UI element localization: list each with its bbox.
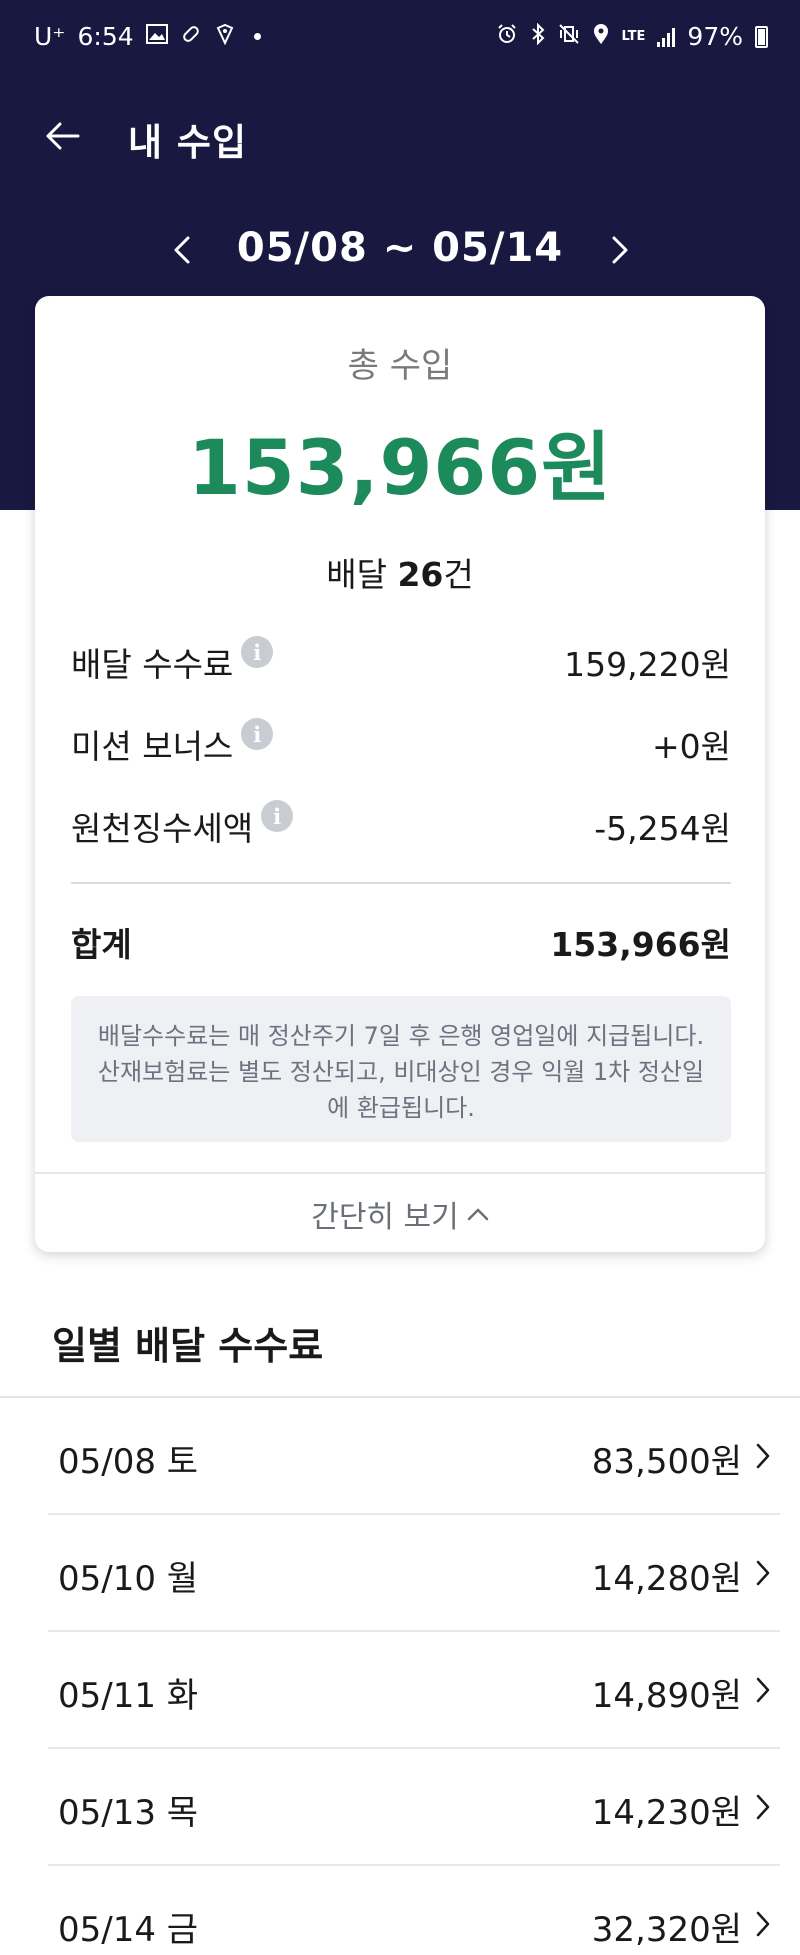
clock: 6:54 (77, 22, 134, 51)
next-period-button[interactable] (598, 225, 642, 275)
daily-fee-list: 05/08 토 83,500원 05/10 월 14,280원 05/11 화 … (0, 1398, 800, 1955)
delivery-count-prefix: 배달 (326, 555, 398, 594)
network-type-label: LTE (621, 28, 646, 44)
card-footer-divider (35, 1172, 765, 1174)
income-summary-card: 총 수입 153,966원 배달 26건 배달 수수료 i 159,220원 미… (35, 296, 765, 1252)
location-icon (592, 23, 610, 50)
summary-divider (71, 882, 731, 884)
battery-percent: 97% (687, 22, 743, 51)
daily-fee-row[interactable]: 05/08 토 83,500원 (0, 1398, 800, 1515)
sum-row: 합계 153,966원 (71, 912, 731, 964)
vibrate-mute-icon (558, 23, 580, 50)
sum-value: 153,966원 (550, 925, 731, 964)
page-title: 내 수입 (128, 121, 248, 164)
chevron-right-icon (748, 1670, 778, 1710)
bluetooth-icon (530, 22, 546, 50)
delivery-count-number: 26 (397, 555, 444, 594)
signal-strength-icon (657, 27, 676, 47)
daily-fee-row[interactable]: 05/13 목 14,230원 (0, 1749, 800, 1866)
period-label: 05/08 ~ 05/14 (236, 225, 564, 271)
info-icon[interactable]: i (241, 636, 274, 668)
daily-fee-date: 05/13 목 (58, 1793, 199, 1833)
sum-label: 합계 (71, 925, 132, 964)
info-icon[interactable]: i (261, 800, 294, 832)
daily-fee-amount: 14,890원 (591, 1676, 742, 1716)
carrier-label: U⁺ (34, 22, 66, 51)
withholding-tax-row: 원천징수세액 i -5,254원 (71, 796, 731, 848)
back-arrow-icon (46, 122, 80, 150)
mission-bonus-value: +0원 (651, 727, 731, 766)
notification-dot-icon (253, 33, 261, 40)
delivery-count-suffix: 건 (443, 555, 474, 594)
daily-fee-amount: 14,230원 (591, 1793, 742, 1833)
app-header: 내 수입 (0, 90, 800, 180)
battery-icon (755, 25, 768, 48)
daily-fee-date: 05/14 금 (58, 1910, 199, 1950)
chevron-right-icon (748, 1553, 778, 1593)
chevron-up-icon (467, 1208, 489, 1221)
delivery-count: 배달 26건 (35, 548, 765, 596)
withholding-tax-label: 원천징수세액 (71, 809, 254, 848)
chevron-right-icon (748, 1787, 778, 1827)
daily-fee-date: 05/10 월 (58, 1559, 199, 1599)
chevron-right-icon (612, 236, 628, 264)
daily-fee-amount: 14,280원 (591, 1559, 742, 1599)
withholding-tax-value: -5,254원 (594, 809, 731, 848)
delivery-fee-label: 배달 수수료 (71, 645, 234, 684)
total-income-amount: 153,966원 (187, 423, 613, 512)
daily-fee-date: 05/08 토 (58, 1442, 199, 1482)
delivery-fee-value: 159,220원 (564, 645, 731, 684)
pill-icon (180, 23, 202, 50)
status-bar: U⁺ 6:54 LTE 97% (0, 0, 800, 78)
daily-fee-amount: 32,320원 (591, 1910, 742, 1950)
navigation-app-icon (214, 23, 236, 50)
chevron-right-icon (748, 1436, 778, 1476)
status-left: U⁺ 6:54 (34, 22, 261, 51)
daily-fee-row[interactable]: 05/14 금 32,320원 (0, 1866, 800, 1955)
daily-fee-amount: 83,500원 (591, 1442, 742, 1482)
status-right: LTE 97% (496, 22, 768, 51)
mission-bonus-label: 미션 보너스 (71, 727, 234, 766)
daily-fee-section-title: 일별 배달 수수료 (52, 1324, 324, 1368)
mission-bonus-row: 미션 보너스 i +0원 (71, 714, 731, 766)
info-icon[interactable]: i (241, 718, 274, 750)
daily-fee-row[interactable]: 05/11 화 14,890원 (0, 1632, 800, 1749)
daily-fee-row[interactable]: 05/10 월 14,280원 (0, 1515, 800, 1632)
collapse-label: 간단히 보기 (311, 1200, 459, 1235)
delivery-fee-row: 배달 수수료 i 159,220원 (71, 632, 731, 684)
back-button[interactable] (38, 112, 86, 160)
chevron-right-icon (748, 1904, 778, 1944)
daily-fee-date: 05/11 화 (58, 1676, 199, 1716)
period-selector: 05/08 ~ 05/14 (0, 215, 800, 285)
settlement-notice: 배달수수료는 매 정산주기 7일 후 은행 영업일에 지급됩니다. 산재보험료는… (71, 996, 731, 1142)
gallery-icon (145, 24, 168, 49)
total-income-label: 총 수입 (347, 346, 453, 386)
alarm-icon (496, 23, 518, 50)
collapse-button[interactable]: 간단히 보기 (35, 1176, 765, 1252)
